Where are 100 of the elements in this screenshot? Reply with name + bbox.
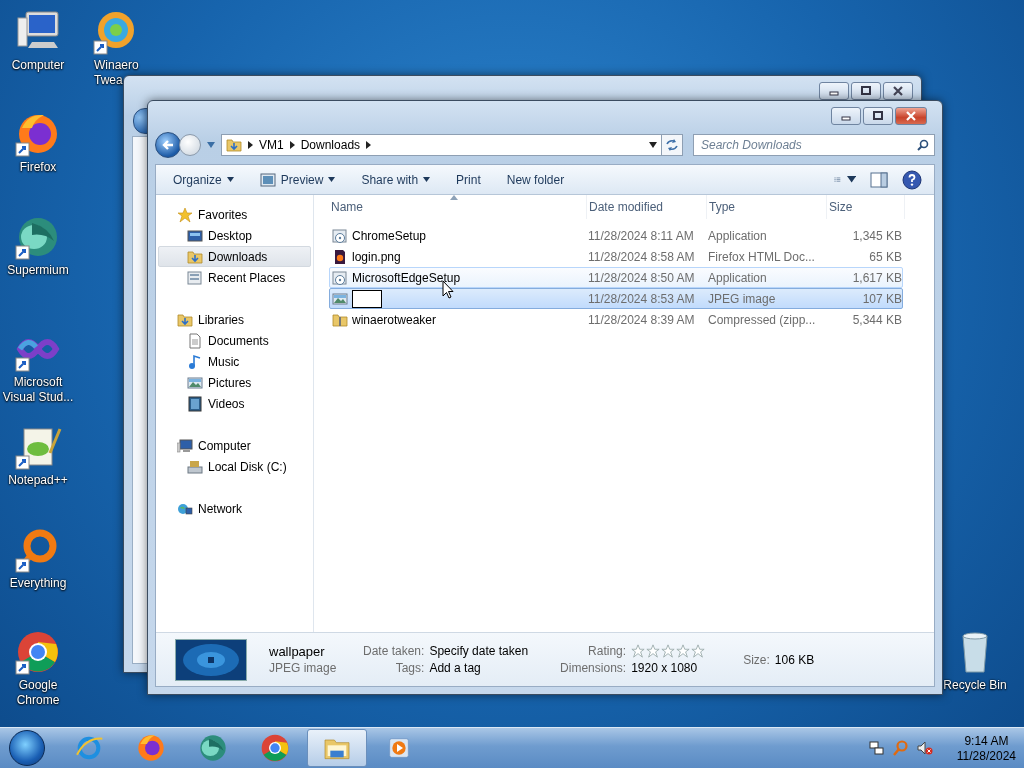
- sidebar-label: Network: [198, 501, 242, 516]
- close-button[interactable]: [895, 107, 927, 125]
- file-row[interactable]: winaerotweaker 11/28/2024 8:39 AM Compressed (zipp... 5,344 KB: [329, 309, 903, 330]
- date-cell-text: 11/28/2024 8:53 AM: [588, 291, 696, 306]
- column-header[interactable]: Type: [707, 195, 827, 219]
- toolbar-button[interactable]: Share with: [354, 168, 438, 191]
- sidebar-item[interactable]: Recent Places: [158, 267, 311, 288]
- file-row[interactable]: MicrosoftEdgeSetup 11/28/2024 8:50 AM Application 1,617 KB: [329, 267, 903, 288]
- star-icon[interactable]: [646, 644, 661, 658]
- maximize-button[interactable]: [851, 82, 881, 100]
- breadcrumb[interactable]: Downloads: [300, 138, 361, 152]
- sidebar-label: Computer: [198, 438, 251, 453]
- column-header[interactable]: Date modified: [587, 195, 707, 219]
- help-button[interactable]: [900, 167, 924, 192]
- icon-label: Supermium: [7, 263, 69, 278]
- sidebar-label: Pictures: [208, 375, 252, 390]
- size-cell-text: 1,617 KB: [851, 270, 903, 285]
- file-name: login.png: [352, 249, 401, 264]
- browser-icon: [259, 732, 291, 764]
- type-cell-text: Compressed (zipp...: [708, 312, 817, 327]
- chevron-icon[interactable]: [248, 141, 253, 149]
- sort-arrow-icon: [450, 195, 458, 200]
- refresh-button[interactable]: [661, 134, 683, 156]
- back-button[interactable]: [155, 132, 181, 158]
- sidebar-item[interactable]: Videos: [158, 393, 311, 414]
- column-header[interactable]: Size: [827, 195, 905, 219]
- caret-icon: [328, 177, 336, 182]
- search-field[interactable]: Search Downloads: [693, 134, 935, 156]
- sidebar-item[interactable]: Documents: [158, 330, 311, 351]
- column-header[interactable]: Name: [329, 195, 587, 219]
- star-icon[interactable]: [661, 644, 676, 658]
- installer-icon: [332, 269, 348, 286]
- file-name: ChromeSetup: [352, 228, 427, 243]
- date-cell-text: 11/28/2024 8:39 AM: [588, 312, 696, 327]
- file-row[interactable]: login.png 11/28/2024 8:58 AM Firefox HTML Doc... 65 KB: [329, 246, 903, 267]
- close-icon: [905, 111, 917, 121]
- breadcrumb[interactable]: VM1: [259, 138, 284, 152]
- sidebar-item[interactable]: Music: [158, 351, 311, 372]
- sidebar-label: Libraries: [198, 312, 245, 327]
- toolbar-button[interactable]: New folder: [499, 168, 572, 191]
- address-bar[interactable]: VM1 Downloads: [221, 134, 662, 156]
- network-icon: [868, 740, 885, 756]
- sidebar-item[interactable]: Downloads: [158, 246, 311, 267]
- icon-label: Google Chrome: [15, 678, 61, 708]
- sidebar-item[interactable]: Pictures: [158, 372, 311, 393]
- rename-field[interactable]: [352, 289, 382, 308]
- search-icon[interactable]: [917, 139, 929, 151]
- maximize-button[interactable]: [863, 107, 893, 125]
- date-cell-text: 11/28/2024 8:50 AM: [588, 270, 696, 285]
- preview-pane-button[interactable]: [868, 169, 890, 190]
- help-icon: [902, 169, 922, 190]
- size-cell-text: 107 KB: [861, 291, 903, 306]
- documents-icon: [187, 332, 203, 349]
- clock[interactable]: 9:14 AM 11/28/2024: [956, 733, 1016, 763]
- sidebar-item[interactable]: Libraries: [158, 309, 311, 330]
- property-value: Specify date taken: [429, 644, 529, 658]
- start-button[interactable]: [9, 730, 45, 766]
- sidebar-item[interactable]: Local Disk (C:): [158, 456, 311, 477]
- minimize-button[interactable]: [819, 82, 849, 100]
- toolbar-button[interactable]: Print: [449, 168, 488, 191]
- volume-button[interactable]: [916, 740, 933, 756]
- type-cell-text: Firefox HTML Doc...: [708, 249, 816, 264]
- disk-icon: [187, 458, 203, 475]
- image-icon: [332, 290, 348, 307]
- pictures-icon: [187, 374, 203, 391]
- file-row[interactable]: ChromeSetup 11/28/2024 8:11 AM Application 1,345 KB: [329, 225, 903, 246]
- close-icon: [892, 86, 904, 96]
- icon-label: Recycle Bin: [943, 678, 1007, 693]
- network-button[interactable]: [868, 740, 885, 756]
- star-icon[interactable]: [691, 644, 706, 658]
- sidebar-item[interactable]: Computer: [158, 435, 311, 456]
- history-caret-icon[interactable]: [207, 142, 215, 148]
- chevron-icon[interactable]: [366, 141, 372, 149]
- property-label: Dimensions:: [560, 661, 627, 675]
- sidebar-item[interactable]: Desktop: [158, 225, 311, 246]
- taskbar-app[interactable]: [307, 729, 367, 767]
- sidebar-item[interactable]: Network: [158, 498, 311, 519]
- chevron-icon[interactable]: [289, 141, 295, 149]
- forward-button[interactable]: [179, 134, 201, 156]
- caret-icon: [423, 177, 431, 182]
- sidebar-item[interactable]: Favorites: [158, 204, 311, 225]
- property-label: Rating:: [587, 644, 627, 658]
- sidebar-label: Recent Places: [208, 270, 286, 285]
- star-icon[interactable]: [676, 644, 691, 658]
- file-row[interactable]: 11/28/2024 8:53 AM JPEG image 107 KB: [329, 288, 903, 309]
- sidebar-label: Videos: [208, 396, 245, 411]
- icon-label: Microsoft Visual Stud...: [1, 375, 75, 405]
- star-icon[interactable]: [631, 644, 646, 658]
- close-button[interactable]: [883, 82, 913, 100]
- file-name: winaerotweaker: [352, 312, 437, 327]
- maximize-icon: [872, 111, 884, 121]
- toolbar-button[interactable]: Organize: [166, 168, 241, 191]
- icon-label: Everything: [9, 576, 67, 591]
- sidebar-label: Downloads: [208, 249, 268, 264]
- favorites-icon: [177, 206, 193, 223]
- dropdown-caret-icon[interactable]: [649, 142, 657, 148]
- property-value: 1920 x 1080: [631, 661, 699, 675]
- toolbar-button[interactable]: Preview: [252, 168, 343, 191]
- preview-icon: [259, 172, 276, 187]
- icon-label: Winaero Twea: [93, 58, 140, 88]
